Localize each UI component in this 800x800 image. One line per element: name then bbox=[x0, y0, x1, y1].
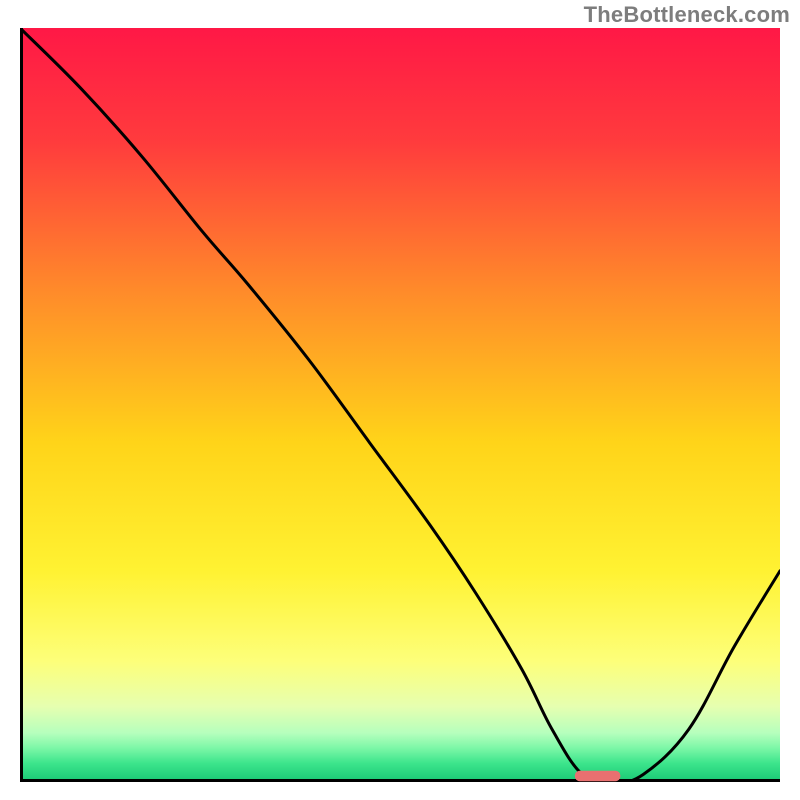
optimum-marker bbox=[575, 771, 621, 782]
watermark-text: TheBottleneck.com bbox=[584, 2, 790, 28]
gradient-background bbox=[20, 28, 780, 782]
chart-svg bbox=[20, 28, 780, 782]
bottleneck-chart bbox=[20, 28, 780, 782]
